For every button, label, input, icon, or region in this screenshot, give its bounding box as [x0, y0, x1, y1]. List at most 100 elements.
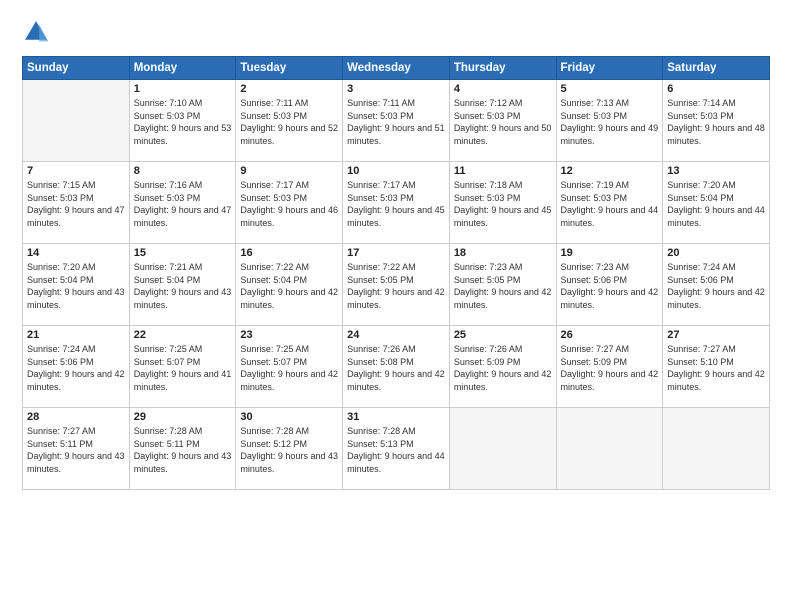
day-info: Sunrise: 7:24 AMSunset: 5:06 PMDaylight:…: [667, 261, 765, 311]
day-info: Sunrise: 7:26 AMSunset: 5:09 PMDaylight:…: [454, 343, 552, 393]
day-info: Sunrise: 7:26 AMSunset: 5:08 PMDaylight:…: [347, 343, 445, 393]
day-info: Sunrise: 7:21 AMSunset: 5:04 PMDaylight:…: [134, 261, 232, 311]
week-row-2: 14Sunrise: 7:20 AMSunset: 5:04 PMDayligh…: [23, 244, 770, 326]
header-cell-thursday: Thursday: [449, 57, 556, 80]
header-cell-sunday: Sunday: [23, 57, 130, 80]
day-info: Sunrise: 7:20 AMSunset: 5:04 PMDaylight:…: [27, 261, 125, 311]
day-number: 3: [347, 83, 445, 95]
day-number: 7: [27, 165, 125, 177]
day-cell: 12 Sunrise: 7:19 AMSunset: 5:03 PMDayligh…: [556, 162, 663, 244]
day-number: 31: [347, 411, 445, 423]
day-number: 18: [454, 247, 552, 259]
day-info: Sunrise: 7:25 AMSunset: 5:07 PMDaylight:…: [240, 343, 338, 393]
day-cell: 15 Sunrise: 7:21 AMSunset: 5:04 PMDayligh…: [129, 244, 236, 326]
day-info: Sunrise: 7:22 AMSunset: 5:04 PMDaylight:…: [240, 261, 338, 311]
day-info: Sunrise: 7:11 AMSunset: 5:03 PMDaylight:…: [347, 97, 445, 147]
day-cell: 5Sunrise: 7:13 AMSunset: 5:03 PMDaylight…: [556, 80, 663, 162]
day-info: Sunrise: 7:28 AMSunset: 5:11 PMDaylight:…: [134, 425, 232, 475]
day-number: 17: [347, 247, 445, 259]
day-number: 24: [347, 329, 445, 341]
day-info: Sunrise: 7:22 AMSunset: 5:05 PMDaylight:…: [347, 261, 445, 311]
day-cell: 30 Sunrise: 7:28 AMSunset: 5:12 PMDayligh…: [236, 408, 343, 490]
header-cell-saturday: Saturday: [663, 57, 770, 80]
day-number: 19: [561, 247, 659, 259]
day-cell: [663, 408, 770, 490]
day-cell: 25 Sunrise: 7:26 AMSunset: 5:09 PMDayligh…: [449, 326, 556, 408]
day-info: Sunrise: 7:28 AMSunset: 5:13 PMDaylight:…: [347, 425, 445, 475]
day-number: 25: [454, 329, 552, 341]
day-info: Sunrise: 7:23 AMSunset: 5:05 PMDaylight:…: [454, 261, 552, 311]
day-cell: 7 Sunrise: 7:15 AMSunset: 5:03 PMDaylight…: [23, 162, 130, 244]
day-cell: 29 Sunrise: 7:28 AMSunset: 5:11 PMDayligh…: [129, 408, 236, 490]
day-info: Sunrise: 7:15 AMSunset: 5:03 PMDaylight:…: [27, 179, 125, 229]
day-cell: [23, 80, 130, 162]
day-info: Sunrise: 7:27 AMSunset: 5:11 PMDaylight:…: [27, 425, 125, 475]
day-info: Sunrise: 7:14 AMSunset: 5:03 PMDaylight:…: [667, 97, 765, 147]
calendar-table: SundayMondayTuesdayWednesdayThursdayFrid…: [22, 56, 770, 490]
day-number: 5: [561, 83, 659, 95]
day-info: Sunrise: 7:19 AMSunset: 5:03 PMDaylight:…: [561, 179, 659, 229]
day-number: 23: [240, 329, 338, 341]
week-row-3: 21 Sunrise: 7:24 AMSunset: 5:06 PMDayligh…: [23, 326, 770, 408]
day-cell: 27 Sunrise: 7:27 AMSunset: 5:10 PMDayligh…: [663, 326, 770, 408]
page: SundayMondayTuesdayWednesdayThursdayFrid…: [0, 0, 792, 612]
logo-icon: [22, 18, 50, 46]
day-cell: 24 Sunrise: 7:26 AMSunset: 5:08 PMDayligh…: [343, 326, 450, 408]
day-cell: 1Sunrise: 7:10 AMSunset: 5:03 PMDaylight…: [129, 80, 236, 162]
day-info: Sunrise: 7:18 AMSunset: 5:03 PMDaylight:…: [454, 179, 552, 229]
day-cell: 14Sunrise: 7:20 AMSunset: 5:04 PMDayligh…: [23, 244, 130, 326]
day-number: 28: [27, 411, 125, 423]
day-info: Sunrise: 7:20 AMSunset: 5:04 PMDaylight:…: [667, 179, 765, 229]
day-info: Sunrise: 7:24 AMSunset: 5:06 PMDaylight:…: [27, 343, 125, 393]
day-number: 20: [667, 247, 765, 259]
day-number: 21: [27, 329, 125, 341]
day-cell: 9 Sunrise: 7:17 AMSunset: 5:03 PMDaylight…: [236, 162, 343, 244]
day-cell: 28 Sunrise: 7:27 AMSunset: 5:11 PMDayligh…: [23, 408, 130, 490]
day-cell: 11 Sunrise: 7:18 AMSunset: 5:03 PMDayligh…: [449, 162, 556, 244]
day-cell: 23 Sunrise: 7:25 AMSunset: 5:07 PMDayligh…: [236, 326, 343, 408]
day-number: 29: [134, 411, 232, 423]
day-cell: 10 Sunrise: 7:17 AMSunset: 5:03 PMDayligh…: [343, 162, 450, 244]
day-cell: 18 Sunrise: 7:23 AMSunset: 5:05 PMDayligh…: [449, 244, 556, 326]
day-info: Sunrise: 7:28 AMSunset: 5:12 PMDaylight:…: [240, 425, 338, 475]
day-info: Sunrise: 7:23 AMSunset: 5:06 PMDaylight:…: [561, 261, 659, 311]
day-cell: 20 Sunrise: 7:24 AMSunset: 5:06 PMDayligh…: [663, 244, 770, 326]
day-number: 10: [347, 165, 445, 177]
day-cell: 22Sunrise: 7:25 AMSunset: 5:07 PMDayligh…: [129, 326, 236, 408]
day-cell: [449, 408, 556, 490]
day-number: 13: [667, 165, 765, 177]
day-info: Sunrise: 7:27 AMSunset: 5:10 PMDaylight:…: [667, 343, 765, 393]
day-info: Sunrise: 7:16 AMSunset: 5:03 PMDaylight:…: [134, 179, 232, 229]
day-number: 6: [667, 83, 765, 95]
day-cell: 2Sunrise: 7:11 AMSunset: 5:03 PMDaylight…: [236, 80, 343, 162]
week-row-4: 28 Sunrise: 7:27 AMSunset: 5:11 PMDayligh…: [23, 408, 770, 490]
day-info: Sunrise: 7:25 AMSunset: 5:07 PMDaylight:…: [134, 343, 232, 393]
day-number: 12: [561, 165, 659, 177]
day-cell: 31 Sunrise: 7:28 AMSunset: 5:13 PMDayligh…: [343, 408, 450, 490]
day-cell: 8 Sunrise: 7:16 AMSunset: 5:03 PMDaylight…: [129, 162, 236, 244]
day-number: 15: [134, 247, 232, 259]
day-info: Sunrise: 7:17 AMSunset: 5:03 PMDaylight:…: [347, 179, 445, 229]
header-cell-wednesday: Wednesday: [343, 57, 450, 80]
day-cell: 16 Sunrise: 7:22 AMSunset: 5:04 PMDayligh…: [236, 244, 343, 326]
day-cell: 26 Sunrise: 7:27 AMSunset: 5:09 PMDayligh…: [556, 326, 663, 408]
header-cell-tuesday: Tuesday: [236, 57, 343, 80]
day-number: 26: [561, 329, 659, 341]
day-info: Sunrise: 7:10 AMSunset: 5:03 PMDaylight:…: [134, 97, 232, 147]
day-number: 11: [454, 165, 552, 177]
day-info: Sunrise: 7:27 AMSunset: 5:09 PMDaylight:…: [561, 343, 659, 393]
day-info: Sunrise: 7:12 AMSunset: 5:03 PMDaylight:…: [454, 97, 552, 147]
day-number: 16: [240, 247, 338, 259]
day-number: 9: [240, 165, 338, 177]
header: [22, 18, 770, 46]
day-number: 8: [134, 165, 232, 177]
day-cell: 3 Sunrise: 7:11 AMSunset: 5:03 PMDaylight…: [343, 80, 450, 162]
day-number: 27: [667, 329, 765, 341]
day-info: Sunrise: 7:11 AMSunset: 5:03 PMDaylight:…: [240, 97, 338, 147]
day-cell: 17 Sunrise: 7:22 AMSunset: 5:05 PMDayligh…: [343, 244, 450, 326]
day-number: 30: [240, 411, 338, 423]
header-row: SundayMondayTuesdayWednesdayThursdayFrid…: [23, 57, 770, 80]
day-cell: 4Sunrise: 7:12 AMSunset: 5:03 PMDaylight…: [449, 80, 556, 162]
header-cell-friday: Friday: [556, 57, 663, 80]
day-info: Sunrise: 7:17 AMSunset: 5:03 PMDaylight:…: [240, 179, 338, 229]
